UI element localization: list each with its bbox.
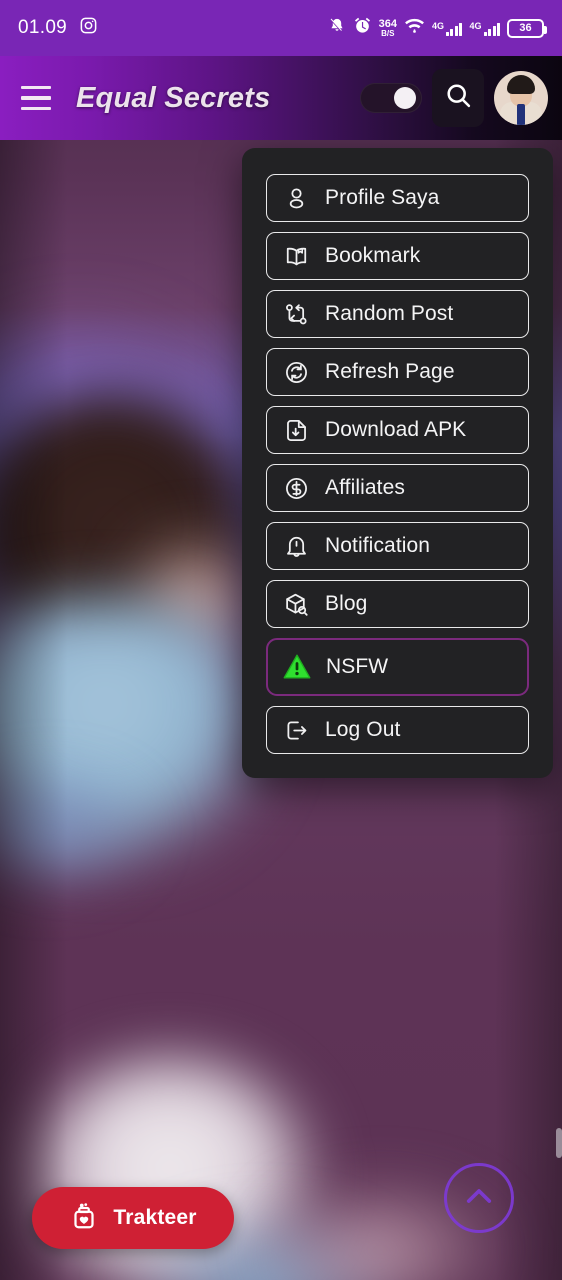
page-title: Equal Secrets (76, 81, 271, 114)
menu-item-blog[interactable]: Blog (266, 580, 529, 628)
status-clock: 01.09 (18, 17, 68, 38)
chevron-up-icon (460, 1177, 498, 1220)
menu-item-log-out[interactable]: Log Out (266, 706, 529, 754)
menu-item-label: Download APK (325, 418, 467, 441)
dollar-circle-icon (281, 473, 311, 503)
menu-item-label: Bookmark (325, 244, 421, 267)
scroll-to-top-button[interactable] (444, 1163, 514, 1233)
theme-toggle[interactable] (360, 83, 422, 113)
menu-item-label: Affiliates (325, 476, 405, 499)
refresh-icon (281, 357, 311, 387)
menu-item-notification[interactable]: Notification (266, 522, 529, 570)
search-icon (444, 81, 473, 115)
trakteer-button[interactable]: Trakteer (32, 1187, 234, 1249)
menu-item-download-apk[interactable]: Download APK (266, 406, 529, 454)
logout-icon (281, 715, 311, 745)
alarm-clock-icon (353, 16, 372, 40)
status-bar: 01.09 364 B/S 4G 4G 36 (0, 0, 562, 56)
trakteer-label: Trakteer (113, 1206, 197, 1229)
battery-indicator: 36 (507, 18, 547, 38)
bell-icon (281, 531, 311, 561)
menu-item-label: Notification (325, 534, 431, 557)
sim1-signal: 4G (432, 21, 463, 36)
dropdown-menu-panel: Profile Saya Bookmark Random Post Refres… (242, 148, 553, 778)
menu-item-nsfw[interactable]: NSFW (266, 638, 529, 696)
menu-item-random-post[interactable]: Random Post (266, 290, 529, 338)
phone-screen: 01.09 364 B/S 4G 4G 36 Equal Secrets Pro… (0, 0, 562, 1280)
toggle-knob (394, 87, 416, 109)
warning-triangle-icon (282, 652, 312, 682)
network-speed: 364 B/S (378, 17, 397, 38)
wifi-icon (404, 17, 425, 39)
page-scrollbar[interactable] (556, 1128, 562, 1158)
sim2-signal: 4G (469, 21, 500, 36)
menu-item-refresh-page[interactable]: Refresh Page (266, 348, 529, 396)
menu-item-label: Profile Saya (325, 186, 440, 209)
menu-item-label: Refresh Page (325, 360, 455, 383)
search-button[interactable] (432, 69, 484, 127)
hamburger-menu-icon[interactable] (14, 76, 58, 120)
cube-search-icon (281, 589, 311, 619)
instagram-icon (79, 16, 98, 40)
user-icon (281, 183, 311, 213)
file-download-icon (281, 415, 311, 445)
book-icon (281, 241, 311, 271)
trakteer-jar-icon (69, 1201, 99, 1236)
menu-item-label: Blog (325, 592, 368, 615)
menu-item-label: Random Post (325, 302, 454, 325)
menu-item-profile-saya[interactable]: Profile Saya (266, 174, 529, 222)
app-header: Equal Secrets (0, 56, 562, 140)
shuffle-icon (281, 299, 311, 329)
menu-item-label: NSFW (326, 655, 389, 678)
menu-item-affiliates[interactable]: Affiliates (266, 464, 529, 512)
bell-muted-icon (328, 17, 346, 40)
menu-item-label: Log Out (325, 718, 401, 741)
avatar[interactable] (494, 71, 548, 125)
menu-item-bookmark[interactable]: Bookmark (266, 232, 529, 280)
